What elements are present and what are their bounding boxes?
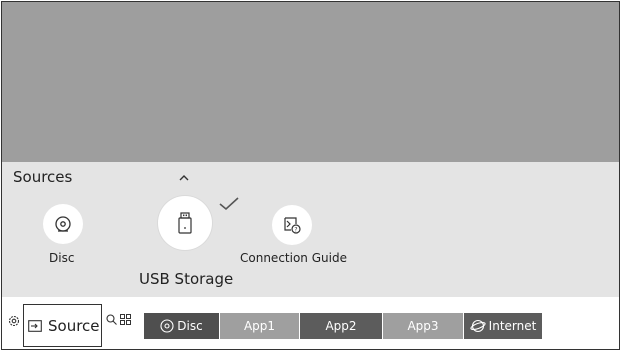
- source-label: Source: [48, 317, 100, 335]
- chevron-up-icon[interactable]: [178, 172, 190, 184]
- settings-gear-icon[interactable]: [8, 315, 20, 327]
- tile-app1-label: App1: [243, 319, 276, 333]
- apps-grid-icon[interactable]: [120, 314, 131, 325]
- tile-disc[interactable]: Disc: [144, 313, 219, 339]
- tile-app3[interactable]: App3: [383, 313, 463, 339]
- source-input-icon: [28, 320, 42, 332]
- source-disc-label: Disc: [49, 251, 75, 265]
- selected-check-icon: [219, 197, 239, 211]
- tile-disc-label: Disc: [177, 319, 203, 333]
- tv-screen: Sources Disc USB Storage ? Connection Gu…: [1, 1, 620, 350]
- content-preview-area: [2, 2, 619, 162]
- smart-hub-bar: Source Disc App1 App2 App3 Internet: [2, 297, 619, 349]
- disc-icon: [160, 319, 174, 333]
- sources-panel: Sources Disc USB Storage ? Connection Gu…: [2, 162, 619, 297]
- disc-icon: [55, 216, 71, 232]
- source-disc-button[interactable]: [43, 204, 83, 244]
- source-connection-guide-button[interactable]: ?: [272, 205, 312, 245]
- svg-text:?: ?: [294, 226, 297, 233]
- tile-internet[interactable]: Internet: [464, 313, 542, 339]
- search-icon[interactable]: [106, 314, 117, 325]
- source-connection-guide-label: Connection Guide: [240, 251, 347, 265]
- sources-title: Sources: [13, 168, 73, 186]
- tile-app2-label: App2: [325, 319, 357, 333]
- tile-app1[interactable]: App1: [220, 313, 299, 339]
- source-usb-storage-label: USB Storage: [139, 270, 234, 288]
- internet-icon: [470, 319, 486, 333]
- usb-storage-icon: [178, 212, 192, 234]
- source-usb-storage-button[interactable]: [158, 196, 212, 250]
- tile-app3-label: App3: [407, 319, 439, 333]
- source-button[interactable]: Source: [23, 304, 102, 347]
- connection-guide-icon: ?: [284, 217, 301, 234]
- tile-internet-label: Internet: [488, 319, 537, 333]
- tile-app2[interactable]: App2: [300, 313, 382, 339]
